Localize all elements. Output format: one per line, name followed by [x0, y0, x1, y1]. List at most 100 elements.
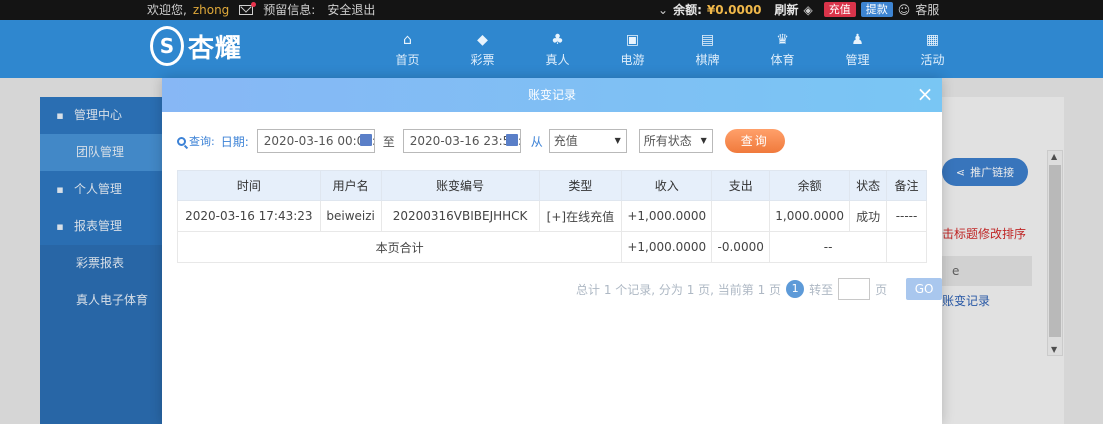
- cell-expense: [711, 200, 771, 232]
- sidebar-item-label: 管理中心: [74, 108, 123, 122]
- pagination: 总计 1 个记录, 分为 1 页, 当前第 1 页 1 转至 页 GO: [576, 278, 943, 300]
- chevron-down-icon[interactable]: ⌄: [658, 3, 668, 17]
- status-select-value: 所有状态: [643, 134, 692, 148]
- sidebar-item-management-center[interactable]: ▪ 管理中心: [40, 97, 162, 134]
- slot-icon: ▣: [625, 31, 640, 48]
- go-button[interactable]: GO: [906, 278, 943, 300]
- promo-link-button[interactable]: ⋖ 推广链接: [942, 158, 1028, 186]
- cell-status: 成功: [849, 200, 888, 232]
- query-label-text: 查询:: [189, 135, 215, 148]
- username: zhong: [192, 2, 230, 17]
- nav-item-label: 彩票: [470, 52, 495, 67]
- page-number-button[interactable]: 1: [786, 280, 805, 298]
- main-nav: S 杏耀 ⌂ 首页 ◆ 彩票 ♣ 真人 ▣ 电游 ▤ 棋牌 ♛ 体育 ♟ 管理 ▦ 活动: [0, 20, 1103, 78]
- cell-username: beiweizi: [319, 200, 382, 232]
- balance-value: ¥0.0000: [706, 2, 762, 17]
- nav-item-slot[interactable]: ▣ 电游: [595, 20, 670, 78]
- sidebar-item-label: 彩票报表: [76, 256, 125, 270]
- col-header-remark: 备注: [886, 170, 927, 201]
- scroll-up-icon[interactable]: ▲: [1051, 152, 1057, 161]
- status-select[interactable]: 所有状态 ▼: [638, 129, 713, 153]
- table-row: 2020-03-16 17:43:23 beiweizi 20200316VBI…: [177, 200, 927, 232]
- table-header-row: 时间 用户名 账变编号 类型 收入 支出 余额 状态 备注: [177, 170, 927, 201]
- record-link[interactable]: 账变记录: [942, 292, 990, 309]
- ledger-modal: 账变记录 × 查询: 日期: 2020-03-16 00:00:00 至 202…: [162, 78, 943, 424]
- recharge-button[interactable]: 充值: [823, 2, 856, 17]
- to-label: 至: [382, 134, 395, 149]
- cell-balance: 1,000.0000: [769, 200, 851, 232]
- nav-item-promo[interactable]: ▦ 活动: [895, 20, 970, 78]
- summary-label: 本页合计: [176, 231, 623, 263]
- service-icon[interactable]: ☺: [898, 3, 911, 17]
- search-row: 查询: 日期: 2020-03-16 00:00:00 至 2020-03-16…: [177, 128, 785, 154]
- scroll-down-icon[interactable]: ▼: [1051, 345, 1057, 354]
- goto-label: 转至: [809, 282, 834, 297]
- col-header-expense: 支出: [711, 170, 771, 201]
- cell-remark: -----: [886, 200, 927, 232]
- top-bar-left: 欢迎您, zhong 预留信息: 安全退出: [147, 1, 375, 18]
- sidebar-item-report-management[interactable]: ▪ 报表管理: [40, 208, 162, 245]
- scrollbar-thumb[interactable]: [1049, 165, 1061, 337]
- promo-link-label: 推广链接: [970, 166, 1015, 179]
- summary-remark-empty: [886, 231, 927, 263]
- person-icon: ▪: [56, 183, 64, 196]
- logo[interactable]: S 杏耀: [150, 26, 242, 66]
- nav-item-sports[interactable]: ♛ 体育: [745, 20, 820, 78]
- cell-income: +1,000.0000: [621, 200, 713, 232]
- nav-item-label: 首页: [395, 52, 420, 67]
- calendar-icon[interactable]: [359, 134, 372, 146]
- col-header-record-id: 账变编号: [380, 170, 540, 201]
- gift-icon: ▦: [925, 31, 940, 48]
- col-header-time: 时间: [177, 170, 321, 201]
- sidebar-item-personal-management[interactable]: ▪ 个人管理: [40, 171, 162, 208]
- sidebar-item-label: 报表管理: [74, 219, 123, 233]
- summary-row: 本页合计 +1,000.0000 -0.0000 --: [176, 231, 927, 263]
- sidebar-item-team-management[interactable]: 团队管理: [40, 134, 162, 171]
- top-bar-right: ⌄ 余额: ¥0.0000 刷新 ◈ 充值 提款 ☺ 客服: [658, 1, 939, 18]
- nav-item-live[interactable]: ♣ 真人: [520, 20, 595, 78]
- eye-icon[interactable]: ◈: [804, 3, 813, 17]
- end-date-input[interactable]: 2020-03-16 23:59:59: [402, 129, 521, 153]
- nav-item-lottery[interactable]: ◆ 彩票: [445, 20, 520, 78]
- end-date-value: 2020-03-16 23:59:59: [409, 134, 520, 148]
- start-date-value: 2020-03-16 00:00:00: [263, 134, 374, 148]
- goto-page-input[interactable]: [838, 278, 871, 300]
- service-link[interactable]: 客服: [915, 1, 939, 18]
- type-select-value: 充值: [553, 134, 578, 148]
- sort-hint: 击标题修改排序: [942, 227, 1027, 241]
- trophy-icon: ♛: [776, 31, 789, 48]
- search-icon: [177, 136, 186, 146]
- nav-item-manage[interactable]: ♟ 管理: [820, 20, 895, 78]
- cell-time: 2020-03-16 17:43:23: [177, 200, 321, 232]
- sidebar-item-lottery-report[interactable]: 彩票报表: [40, 245, 162, 282]
- date-label: 日期:: [220, 134, 249, 149]
- logout-link[interactable]: 安全退出: [327, 1, 375, 18]
- refresh-link[interactable]: 刷新: [775, 1, 799, 18]
- cell-type: [+]在线充值: [538, 200, 623, 232]
- chevron-down-icon: ▼: [614, 136, 621, 145]
- nav-item-label: 管理: [845, 52, 870, 67]
- start-date-input[interactable]: 2020-03-16 00:00:00: [256, 129, 375, 153]
- calendar-icon[interactable]: [505, 134, 518, 146]
- pager-summary: 总计 1 个记录, 分为 1 页, 当前第 1 页: [576, 282, 782, 297]
- close-icon[interactable]: ×: [916, 84, 934, 104]
- reserved-info-label: 预留信息:: [263, 3, 316, 17]
- summary-balance: --: [769, 231, 888, 263]
- nav-item-home[interactable]: ⌂ 首页: [370, 20, 445, 78]
- report-icon: ▪: [56, 220, 64, 233]
- type-select[interactable]: 充值 ▼: [548, 129, 627, 153]
- mail-icon[interactable]: [239, 1, 257, 15]
- chevron-down-icon: ▼: [700, 136, 707, 145]
- nav-item-label: 电游: [620, 52, 645, 67]
- sidebar-item-label: 个人管理: [74, 182, 123, 196]
- nav-item-cards[interactable]: ▤ 棋牌: [670, 20, 745, 78]
- nav-item-label: 活动: [920, 52, 945, 67]
- query-button[interactable]: 查询: [724, 129, 785, 153]
- sidebar-item-live-sports[interactable]: 真人电子体育: [40, 282, 162, 319]
- modal-header: 账变记录 ×: [162, 78, 942, 112]
- sidebar-item-label: 真人电子体育: [76, 293, 149, 307]
- people-icon: ▪: [56, 109, 64, 122]
- withdraw-button[interactable]: 提款: [860, 2, 893, 17]
- share-icon: ⋖: [955, 165, 966, 179]
- scrollbar[interactable]: ▲ ▼: [1047, 150, 1063, 356]
